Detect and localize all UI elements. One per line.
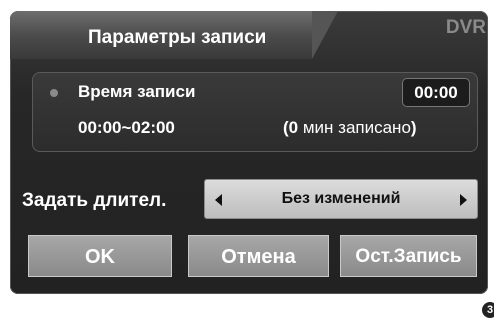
- duration-selector[interactable]: Без изменений: [204, 179, 478, 219]
- recorded-minutes-close: ): [410, 118, 417, 137]
- recording-time-range: 00:00~02:00: [78, 118, 175, 137]
- arrow-right-icon[interactable]: [460, 194, 467, 206]
- stop-recording-button[interactable]: Ост.Запись: [340, 235, 477, 277]
- recorded-minutes: (0 мин записано): [283, 118, 417, 138]
- recording-info-box: Время записи 00:00 00:00~02:00 (0 мин за…: [32, 72, 478, 152]
- dvr-source-tag: DVR: [445, 17, 486, 38]
- recorded-minutes-count: (0: [283, 118, 299, 137]
- cancel-button[interactable]: Отмена: [188, 235, 329, 277]
- recorded-minutes-text: мин записано: [302, 118, 411, 137]
- duration-label: Задать длител.: [22, 190, 167, 211]
- recording-time-label: Время записи: [78, 82, 196, 101]
- duration-value: Без изменений: [281, 190, 401, 207]
- ok-button[interactable]: OK: [28, 235, 172, 277]
- page-number-badge: 3: [482, 302, 494, 318]
- dialog-title: Параметры записи: [88, 27, 267, 48]
- bullet-icon: [50, 89, 58, 97]
- recording-time-value: 00:00: [402, 78, 470, 107]
